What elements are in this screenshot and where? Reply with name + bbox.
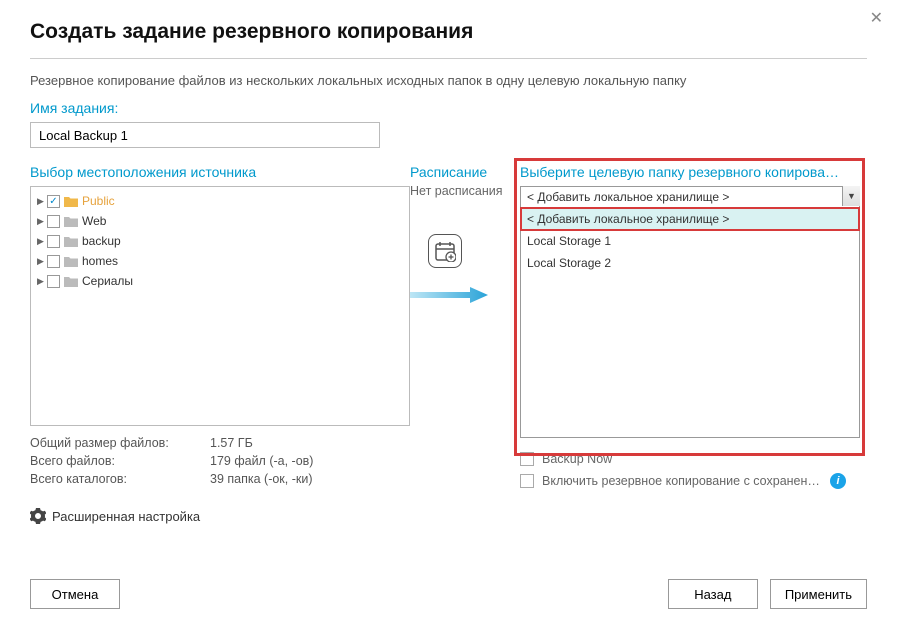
task-name-input[interactable] — [30, 122, 380, 148]
stat-total-size-label: Общий размер файлов: — [30, 436, 210, 454]
advanced-settings-link[interactable]: Расширенная настройка — [30, 508, 410, 524]
dialog-description: Резервное копирование файлов из нескольк… — [30, 73, 867, 88]
tree-item-label: Public — [82, 194, 115, 208]
combobox-option-storage1[interactable]: Local Storage 1 — [521, 230, 859, 252]
versioning-label: Включить резервное копирование с сохране… — [542, 474, 822, 488]
backup-now-label: Backup Now — [542, 452, 612, 466]
tree-item-label: homes — [82, 254, 118, 268]
advanced-settings-label: Расширенная настройка — [52, 509, 200, 524]
info-icon[interactable]: i — [830, 473, 846, 489]
checkbox[interactable] — [47, 255, 60, 268]
checkbox[interactable] — [520, 452, 534, 466]
divider — [30, 58, 867, 59]
combobox-dropdown[interactable]: < Добавить локальное хранилище > Local S… — [520, 208, 860, 438]
dialog-title: Создать задание резервного копирования — [30, 20, 867, 44]
combobox-selected[interactable]: < Добавить локальное хранилище > ▼ — [520, 186, 860, 208]
tree-item-public[interactable]: ▶ Public — [33, 191, 407, 211]
checkbox[interactable] — [520, 474, 534, 488]
destination-combobox[interactable]: < Добавить локальное хранилище > ▼ < Доб… — [520, 186, 860, 438]
tree-item-label: Сериалы — [82, 274, 133, 288]
checkbox[interactable] — [47, 275, 60, 288]
folder-icon — [64, 276, 78, 287]
checkbox[interactable] — [47, 195, 60, 208]
folder-icon — [64, 256, 78, 267]
folder-icon — [64, 196, 78, 207]
stat-total-size-value: 1.57 ГБ — [210, 436, 253, 454]
combobox-option-add-storage[interactable]: < Добавить локальное хранилище > — [521, 208, 859, 230]
expand-icon[interactable]: ▶ — [37, 256, 47, 267]
checkbox[interactable] — [47, 235, 60, 248]
chevron-down-icon[interactable]: ▼ — [842, 186, 860, 206]
cancel-button[interactable]: Отмена — [30, 579, 120, 609]
stat-files-value: 179 файл (-а, -ов) — [210, 454, 313, 472]
stat-folders-value: 39 папка (-ок, -ки) — [210, 472, 313, 490]
tree-item-label: backup — [82, 234, 121, 248]
stat-files-label: Всего файлов: — [30, 454, 210, 472]
gear-icon — [30, 508, 46, 524]
close-icon[interactable]: ✕ — [870, 8, 883, 28]
combobox-option-storage2[interactable]: Local Storage 2 — [521, 252, 859, 274]
folder-icon — [64, 216, 78, 227]
tree-item-backup[interactable]: ▶ backup — [33, 231, 407, 251]
schedule-label: Расписание — [410, 164, 520, 180]
stat-folders-label: Всего каталогов: — [30, 472, 210, 490]
calendar-add-icon[interactable] — [428, 234, 462, 268]
arrow-right-icon — [410, 286, 490, 304]
folder-icon — [64, 236, 78, 247]
task-name-label: Имя задания: — [30, 100, 867, 116]
back-button[interactable]: Назад — [668, 579, 758, 609]
destination-label: Выберите целевую папку резервного копиро… — [520, 164, 860, 180]
expand-icon[interactable]: ▶ — [37, 196, 47, 207]
source-location-label: Выбор местоположения источника — [30, 164, 410, 180]
expand-icon[interactable]: ▶ — [37, 216, 47, 227]
source-stats: Общий размер файлов:1.57 ГБ Всего файлов… — [30, 436, 410, 490]
tree-item-serials[interactable]: ▶ Сериалы — [33, 271, 407, 291]
expand-icon[interactable]: ▶ — [37, 236, 47, 247]
tree-item-label: Web — [82, 214, 106, 228]
expand-icon[interactable]: ▶ — [37, 276, 47, 287]
backup-now-row[interactable]: Backup Now — [520, 448, 867, 470]
combobox-selected-text: < Добавить локальное хранилище > — [527, 190, 729, 204]
source-tree[interactable]: ▶ Public ▶ Web ▶ backup — [30, 186, 410, 426]
no-schedule-text: Нет расписания — [410, 184, 520, 198]
versioning-row[interactable]: Включить резервное копирование с сохране… — [520, 470, 867, 492]
apply-button[interactable]: Применить — [770, 579, 867, 609]
checkbox[interactable] — [47, 215, 60, 228]
tree-item-homes[interactable]: ▶ homes — [33, 251, 407, 271]
tree-item-web[interactable]: ▶ Web — [33, 211, 407, 231]
